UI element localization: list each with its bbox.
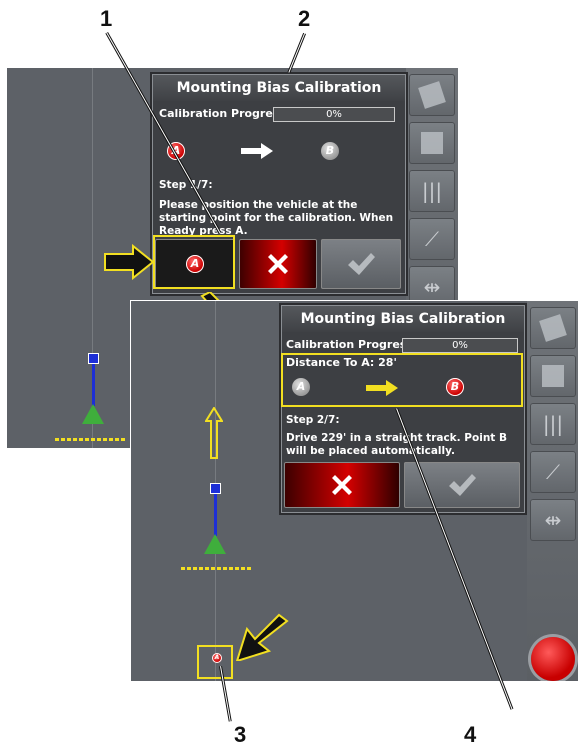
check-icon [449,474,476,496]
implement-bar [181,567,251,570]
antenna-mast [214,494,217,536]
arrow-right-icon [241,143,273,159]
lines-icon: ||| [542,412,564,436]
gps-antenna-icon [210,483,221,494]
cancel-button[interactable] [284,462,400,508]
toolbar-button-4[interactable]: ⟋ [530,451,576,493]
shift-icon: ⇹ [544,508,562,532]
field-icon [542,365,564,387]
step-indicator: Step 2/7: [286,414,340,426]
callout-2: 2 [298,6,311,31]
toolbar-button-5[interactable]: ⇹ [530,499,576,541]
toolbar-button-4[interactable]: ⟋ [409,218,455,260]
step-instruction: Drive 229' in a straight track. Point B … [286,432,507,457]
callout-3: 3 [234,722,247,747]
lines-icon: ||| [421,179,443,203]
engage-button[interactable] [531,637,575,681]
toolbar-button-2[interactable] [530,355,576,397]
pointer-arrow-icon [104,244,155,280]
pointer-arrow-icon [235,613,289,661]
vehicle-icon [82,404,104,424]
step-indicator: Step 1/7: [159,179,213,191]
dialog-title: Mounting Bias Calibration [282,306,524,332]
toolbar-button-2[interactable] [409,122,455,164]
check-icon [348,253,375,275]
field-icon [421,132,443,154]
toolbar-button-3[interactable]: ||| [530,403,576,445]
callout-2-line [287,32,306,73]
progress-label: Calibration Progress: [159,107,291,120]
step-instruction: Please position the vehicle at the start… [159,199,394,237]
map-view-icon [418,81,446,109]
gps-antenna-icon [88,353,99,364]
right-toolbar: ||| ⟋ ⇹ [527,301,578,681]
dialog-title: Mounting Bias Calibration [153,75,405,101]
close-icon [332,475,352,495]
toolbar-button-1[interactable] [530,307,576,349]
shift-icon: ⇹ [423,275,441,299]
calibration-dialog: Mounting Bias Calibration Calibration Pr… [281,305,525,513]
implement-bar [55,438,127,441]
path-icon: ⟋ [425,227,439,251]
progress-bar: 0% [402,338,518,353]
path-icon: ⟋ [546,460,560,484]
screen-step-2: A ||| ⟋ ⇹ Mounting Bias Calibration Cali… [130,300,578,681]
vehicle-icon [204,534,226,554]
highlight-distance [281,353,523,407]
callout-4: 4 [464,722,477,747]
map-view-icon [539,314,567,342]
point-b-icon: B [321,142,339,160]
progress-label: Calibration Progress: [286,338,418,351]
callout-1: 1 [100,6,113,31]
antenna-mast [92,364,95,406]
highlight-set-a [153,235,235,289]
cancel-button[interactable] [239,239,317,289]
toolbar-button-3[interactable]: ||| [409,170,455,212]
toolbar-button-1[interactable] [409,74,455,116]
confirm-button[interactable] [321,239,401,289]
close-icon [268,254,288,274]
direction-arrow-icon [205,407,223,459]
map-point-a-icon: A [212,653,222,663]
progress-bar: 0% [273,107,395,122]
